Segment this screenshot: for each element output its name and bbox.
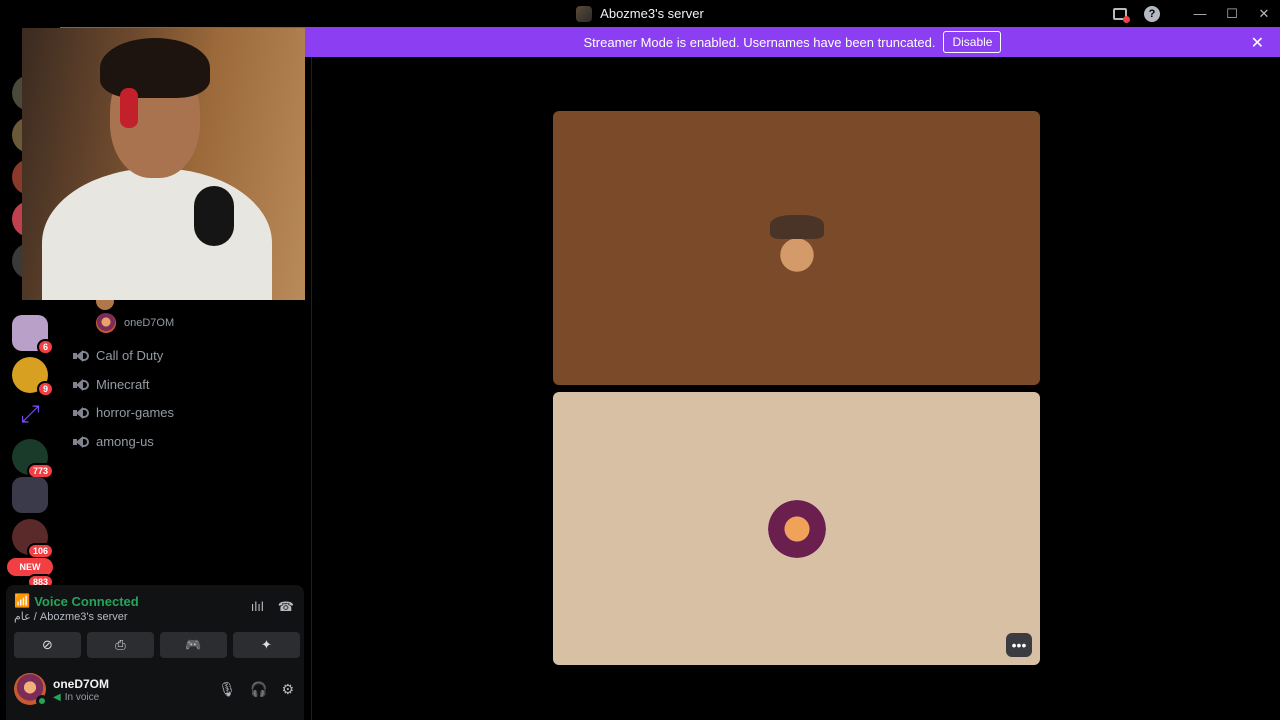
server-icon	[576, 5, 593, 22]
maximize-button[interactable]: ☐	[1216, 0, 1248, 27]
webcam-person-body	[42, 168, 272, 300]
camera-off-icon: ⊘	[42, 637, 53, 652]
channel-name: among-us	[96, 434, 154, 449]
settings-gear-icon[interactable]: ⚙	[281, 681, 294, 698]
soundboard-button[interactable]: ✦	[233, 632, 300, 658]
webcam-headphone	[120, 88, 138, 128]
speaker-icon	[72, 406, 89, 420]
gamepad-icon: 🎮	[185, 637, 202, 652]
inbox-icon[interactable]	[1104, 0, 1136, 27]
avatar	[96, 313, 116, 333]
channel-name: horror-games	[96, 405, 175, 420]
activities-button[interactable]: 🎮	[160, 632, 227, 658]
guild-icon[interactable]	[12, 477, 48, 513]
unread-badge: 9	[36, 381, 54, 397]
speaker-icon	[72, 378, 89, 392]
close-window-button[interactable]: ✕	[1248, 0, 1280, 27]
close-icon[interactable]: ✕	[1251, 33, 1264, 53]
speaker-small-icon: ◀	[53, 692, 61, 703]
window-title: Abozme3's server	[600, 6, 704, 21]
voice-status[interactable]: 📶 Voice Connected	[14, 593, 139, 609]
signal-icon: 📶	[14, 593, 31, 608]
participant-tile[interactable]: •••	[553, 392, 1040, 665]
banner-text: Streamer Mode is enabled. Usernames have…	[583, 34, 936, 50]
webcam-person-hair	[100, 38, 210, 98]
unread-badge: 106	[26, 543, 54, 559]
voice-user-name: oneD7OM	[124, 317, 175, 329]
participant-avatar	[761, 213, 832, 283]
screen-share-icon: ⎙	[115, 637, 126, 652]
cowboy-hat-icon	[769, 215, 824, 239]
user-status-text: In voice	[64, 692, 100, 703]
voice-status-text: Voice Connected	[34, 593, 139, 609]
screen-share-button[interactable]: ⎙	[87, 632, 154, 658]
ellipsis-icon: •••	[1011, 637, 1027, 653]
voice-location[interactable]: عام / Abozme3's server	[14, 610, 128, 623]
guild-icon[interactable]: 9	[12, 357, 54, 397]
streamer-mode-banner: Streamer Mode is enabled. Usernames have…	[305, 27, 1280, 57]
channel-among-us[interactable]: among-us	[72, 434, 154, 449]
guild-icon[interactable]: 106	[12, 519, 54, 559]
channel-minecraft[interactable]: Minecraft	[72, 377, 149, 392]
username[interactable]: oneD7OM	[53, 677, 109, 691]
camera-off-button[interactable]: ⊘	[14, 632, 81, 658]
help-icon[interactable]: ?	[1136, 0, 1168, 27]
soundboard-icon: ✦	[261, 637, 272, 652]
window-controls: ? — ☐ ✕	[1104, 0, 1280, 27]
channel-horror-games[interactable]: horror-games	[72, 405, 174, 420]
window-title-area: Abozme3's server	[576, 5, 704, 22]
disconnect-icon[interactable]: ☎	[278, 599, 294, 615]
more-options-button[interactable]: •••	[1006, 633, 1032, 657]
speaker-icon	[72, 349, 89, 363]
headphones-icon[interactable]: 🎧	[250, 681, 267, 698]
speaker-icon	[72, 435, 89, 449]
voice-user-row[interactable]: oneD7OM	[96, 313, 174, 333]
streamer-webcam-overlay	[22, 28, 305, 300]
user-controls: 🎙 🎧 ⚙	[218, 681, 294, 698]
guild-icon[interactable]: ⤢	[12, 397, 48, 433]
webcam-microphone	[194, 186, 234, 246]
voice-buttons: ⊘ ⎙ 🎮 ✦	[14, 632, 300, 658]
online-status-dot	[36, 695, 48, 707]
participant-tile[interactable]	[553, 111, 1040, 385]
participant-avatar	[767, 499, 826, 558]
user-status: ◀ In voice	[53, 692, 99, 703]
microphone-icon[interactable]: 🎙	[218, 681, 236, 698]
channel-call-of-duty[interactable]: Call of Duty	[72, 348, 163, 363]
channel-name: Call of Duty	[96, 348, 164, 363]
title-bar: Abozme3's server ? — ☐ ✕	[0, 0, 1280, 27]
voice-actions: ılıl ☎	[251, 599, 294, 615]
channel-name: Minecraft	[96, 377, 150, 392]
minimize-button[interactable]: —	[1184, 0, 1216, 27]
user-panel: oneD7OM ◀ In voice 🎙 🎧 ⚙	[6, 661, 304, 720]
noise-suppression-icon[interactable]: ılıl	[251, 599, 264, 615]
disable-button[interactable]: Disable	[943, 31, 1002, 53]
voice-stage: •••	[313, 57, 1280, 720]
voice-connection-panel: 📶 Voice Connected عام / Abozme3's server…	[6, 585, 304, 661]
unread-badge: 6	[36, 339, 54, 355]
guild-icon[interactable]: 773	[12, 439, 54, 479]
guild-icon[interactable]: 6	[12, 315, 54, 355]
